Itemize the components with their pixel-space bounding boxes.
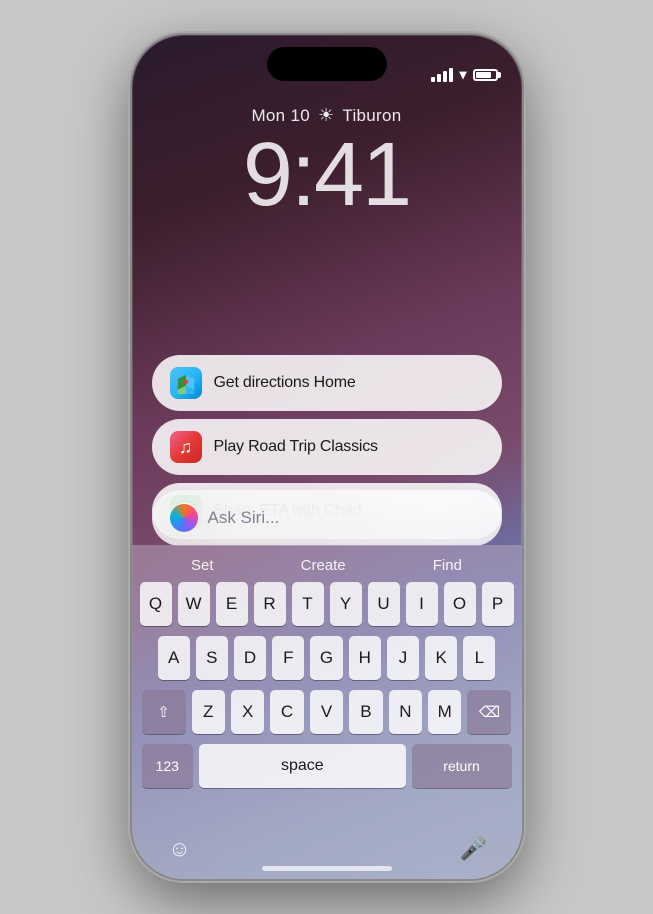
space-key[interactable]: space [199, 744, 405, 788]
key-b[interactable]: B [349, 690, 382, 734]
key-row-1: Q W E R T Y U I O P [142, 582, 512, 626]
music-note-icon: ♫ [179, 437, 193, 458]
key-c[interactable]: C [270, 690, 303, 734]
key-h[interactable]: H [349, 636, 381, 680]
key-x[interactable]: X [231, 690, 264, 734]
dynamic-island [267, 47, 387, 81]
suggestion-music-text: Play Road Trip Classics [214, 438, 378, 456]
emoji-button[interactable]: ☺ [162, 831, 198, 867]
siri-input-field[interactable]: Ask Siri... [152, 490, 502, 546]
key-j[interactable]: J [387, 636, 419, 680]
key-o[interactable]: O [444, 582, 476, 626]
mic-button[interactable]: 🎤 [456, 831, 492, 867]
suggestion-directions-text: Get directions Home [214, 374, 356, 392]
key-k[interactable]: K [425, 636, 457, 680]
key-row-4: 123 space return [142, 744, 512, 788]
time-display: 9:41 [243, 130, 410, 220]
key-z[interactable]: Z [192, 690, 225, 734]
location-label: Tiburon [342, 106, 401, 126]
date-label: Mon 10 [251, 106, 310, 126]
suggestion-directions[interactable]: Get directions Home [152, 355, 502, 411]
key-r[interactable]: R [254, 582, 286, 626]
key-d[interactable]: D [234, 636, 266, 680]
shortcut-set[interactable]: Set [191, 557, 214, 574]
key-n[interactable]: N [389, 690, 422, 734]
key-v[interactable]: V [310, 690, 343, 734]
date-weather-row: Mon 10 ☀ Tiburon [251, 105, 401, 126]
key-m[interactable]: M [428, 690, 461, 734]
shift-key[interactable]: ⇧ [142, 690, 186, 734]
battery-icon [473, 69, 498, 81]
key-e[interactable]: E [216, 582, 248, 626]
key-s[interactable]: S [196, 636, 228, 680]
return-key[interactable]: return [412, 744, 512, 788]
lock-screen-content: Mon 10 ☀ Tiburon 9:41 [132, 95, 522, 220]
signal-icon [431, 68, 453, 82]
key-f[interactable]: F [272, 636, 304, 680]
key-g[interactable]: G [310, 636, 342, 680]
key-u[interactable]: U [368, 582, 400, 626]
keyboard-area: Set Create Find Q W E R T Y U I O P A S [132, 545, 522, 879]
key-p[interactable]: P [482, 582, 514, 626]
siri-input-container[interactable]: Ask Siri... [152, 490, 502, 546]
key-a[interactable]: A [158, 636, 190, 680]
key-w[interactable]: W [178, 582, 210, 626]
key-l[interactable]: L [463, 636, 495, 680]
siri-placeholder-text: Ask Siri... [208, 508, 280, 528]
numbers-key[interactable]: 123 [142, 744, 194, 788]
key-i[interactable]: I [406, 582, 438, 626]
shortcut-find[interactable]: Find [433, 557, 462, 574]
siri-swirl-icon [170, 504, 198, 532]
key-row-2: A S D F G H J K L [142, 636, 512, 680]
suggestion-music[interactable]: ♫ Play Road Trip Classics [152, 419, 502, 475]
music-app-icon: ♫ [170, 431, 202, 463]
weather-icon: ☀ [318, 105, 334, 126]
status-icons: ▾ [431, 66, 497, 83]
maps-icon-svg [175, 372, 197, 394]
key-q[interactable]: Q [140, 582, 172, 626]
shortcut-create[interactable]: Create [301, 557, 346, 574]
phone-frame: ▾ Mon 10 ☀ Tiburon 9:41 [132, 35, 522, 879]
keyboard-bottom-bar: ☺ 🎤 [132, 829, 522, 879]
delete-key[interactable]: ⌫ [467, 690, 511, 734]
key-t[interactable]: T [292, 582, 324, 626]
maps-app-icon [170, 367, 202, 399]
keyboard-shortcuts-row: Set Create Find [138, 553, 516, 582]
key-y[interactable]: Y [330, 582, 362, 626]
home-indicator [262, 866, 392, 871]
keyboard-rows: Q W E R T Y U I O P A S D F G H J K [138, 582, 516, 788]
wifi-icon: ▾ [459, 66, 466, 83]
key-row-3: ⇧ Z X C V B N M ⌫ [142, 690, 512, 734]
